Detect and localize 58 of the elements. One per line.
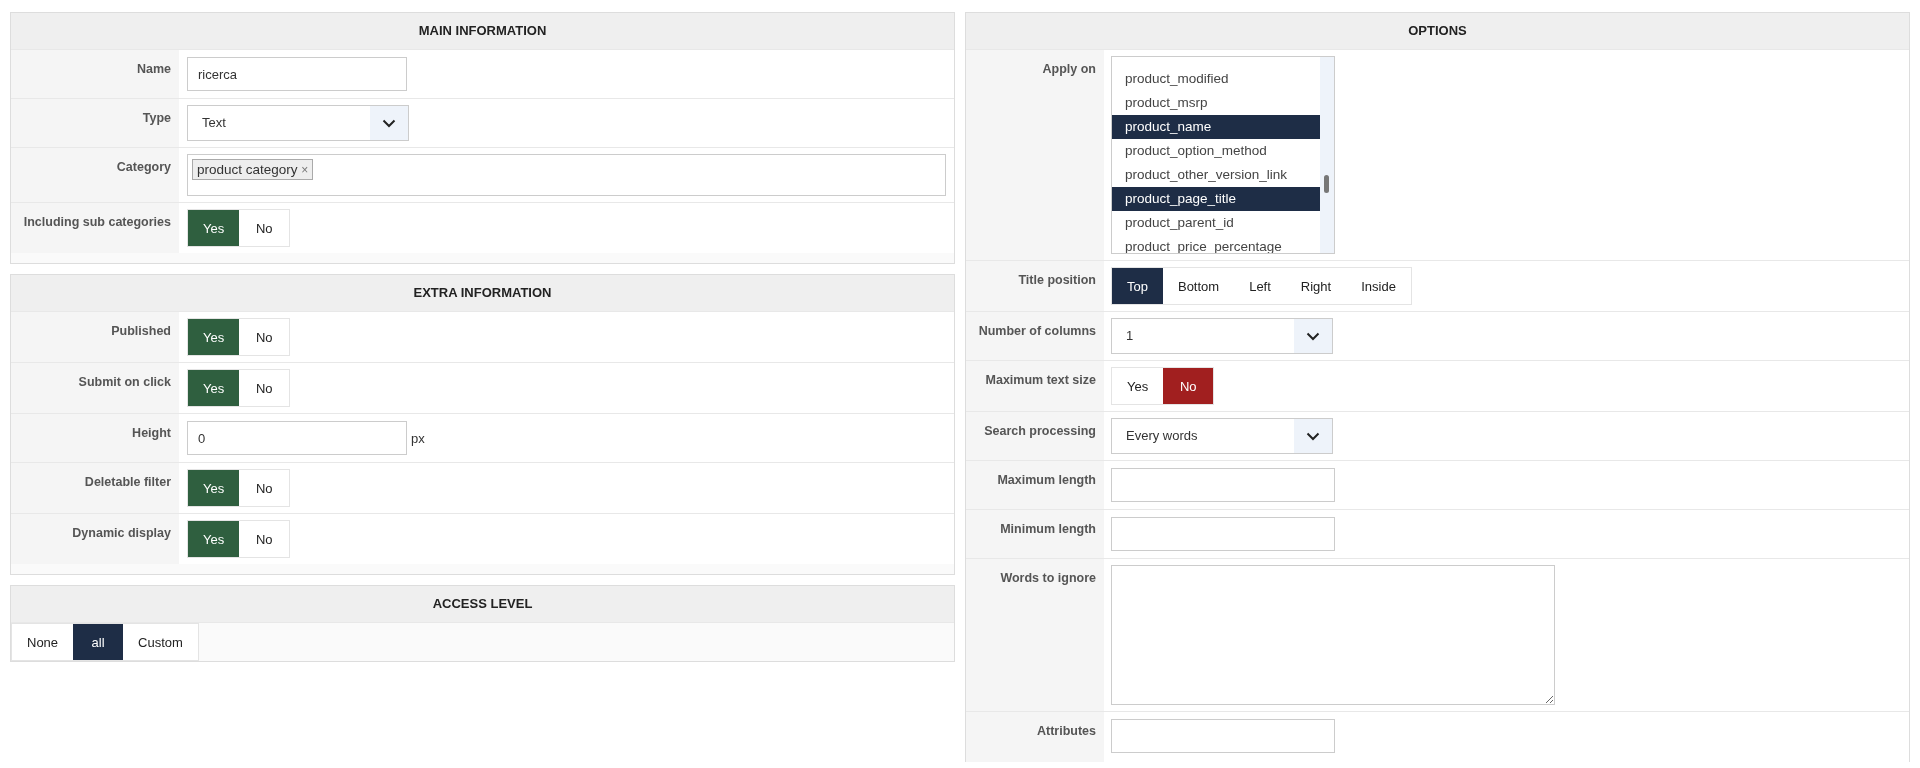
option-button[interactable]: None xyxy=(12,624,74,660)
text-input[interactable] xyxy=(1111,719,1335,753)
unit-label: px xyxy=(411,430,425,446)
multi-select-list[interactable]: product_modified product_msrp product_name product_option_method product_other_version_link product_page_title product_parent_id product_price_percentage xyxy=(1111,56,1335,254)
option-button[interactable]: No xyxy=(1163,368,1214,404)
field-label: Minimum length xyxy=(966,510,1104,558)
chevron-down-icon xyxy=(1306,431,1320,441)
select-dropdown[interactable]: 1 xyxy=(1111,318,1333,354)
option-button[interactable]: Top xyxy=(1112,268,1163,304)
panel-header: MAIN INFORMATION xyxy=(11,13,954,49)
chevron-down-icon xyxy=(1306,331,1320,341)
field-label: Name xyxy=(11,50,179,98)
list-option[interactable]: product_name xyxy=(1112,115,1320,139)
field-label: Dynamic display xyxy=(11,514,179,564)
field-label: Height xyxy=(11,414,179,462)
field-label: Submit on click xyxy=(11,363,179,413)
chevron-down-icon xyxy=(382,118,396,128)
option-button[interactable]: Yes xyxy=(188,521,240,557)
field-label: Maximum text size xyxy=(966,361,1104,411)
field-label: Including sub categories xyxy=(11,203,179,253)
option-button[interactable]: Yes xyxy=(188,319,240,355)
field-label: Attributes xyxy=(966,712,1104,762)
panel-header: OPTIONS xyxy=(966,13,1909,49)
field-label: Maximum length xyxy=(966,461,1104,509)
field-label: Deletable filter xyxy=(11,463,179,513)
tag-input[interactable]: product category × xyxy=(187,154,946,196)
field-label: Words to ignore xyxy=(966,559,1104,711)
panel-header: ACCESS LEVEL xyxy=(11,586,954,622)
field-label: Type xyxy=(11,99,179,147)
remove-tag-button[interactable]: × xyxy=(301,163,309,177)
category-tag: product category × xyxy=(192,159,314,180)
list-option[interactable]: product_other_version_link xyxy=(1112,163,1320,187)
scrollbar-thumb[interactable] xyxy=(1324,175,1329,193)
textarea-field[interactable] xyxy=(1111,565,1555,705)
list-option[interactable]: product_price_percentage xyxy=(1112,235,1320,253)
text-input[interactable]: 0 xyxy=(187,421,407,455)
option-button[interactable]: Yes xyxy=(188,210,240,246)
text-input[interactable]: ricerca xyxy=(187,57,407,91)
list-option[interactable]: product_parent_id xyxy=(1112,211,1320,235)
field-label: Title position xyxy=(966,261,1104,311)
option-button[interactable]: all xyxy=(73,624,124,660)
list-option[interactable]: product_msrp xyxy=(1112,91,1320,115)
text-input[interactable] xyxy=(1111,468,1335,502)
field-label: Apply on xyxy=(966,50,1104,260)
list-option[interactable]: product_option_method xyxy=(1112,139,1320,163)
option-button[interactable]: Custom xyxy=(123,624,198,660)
select-dropdown[interactable]: Text xyxy=(187,105,409,141)
list-option[interactable]: product_modified xyxy=(1112,67,1320,91)
option-button[interactable]: Yes xyxy=(188,370,240,406)
select-dropdown[interactable]: Every words xyxy=(1111,418,1333,454)
field-label: Number of columns xyxy=(966,312,1104,360)
list-option[interactable]: product_page_title xyxy=(1112,187,1320,211)
field-label: Published xyxy=(11,312,179,362)
field-label: Search processing xyxy=(966,412,1104,460)
panel-header: EXTRA INFORMATION xyxy=(11,275,954,311)
field-label: Category xyxy=(11,148,179,202)
option-button[interactable]: Yes xyxy=(188,470,240,506)
text-input[interactable] xyxy=(1111,517,1335,551)
